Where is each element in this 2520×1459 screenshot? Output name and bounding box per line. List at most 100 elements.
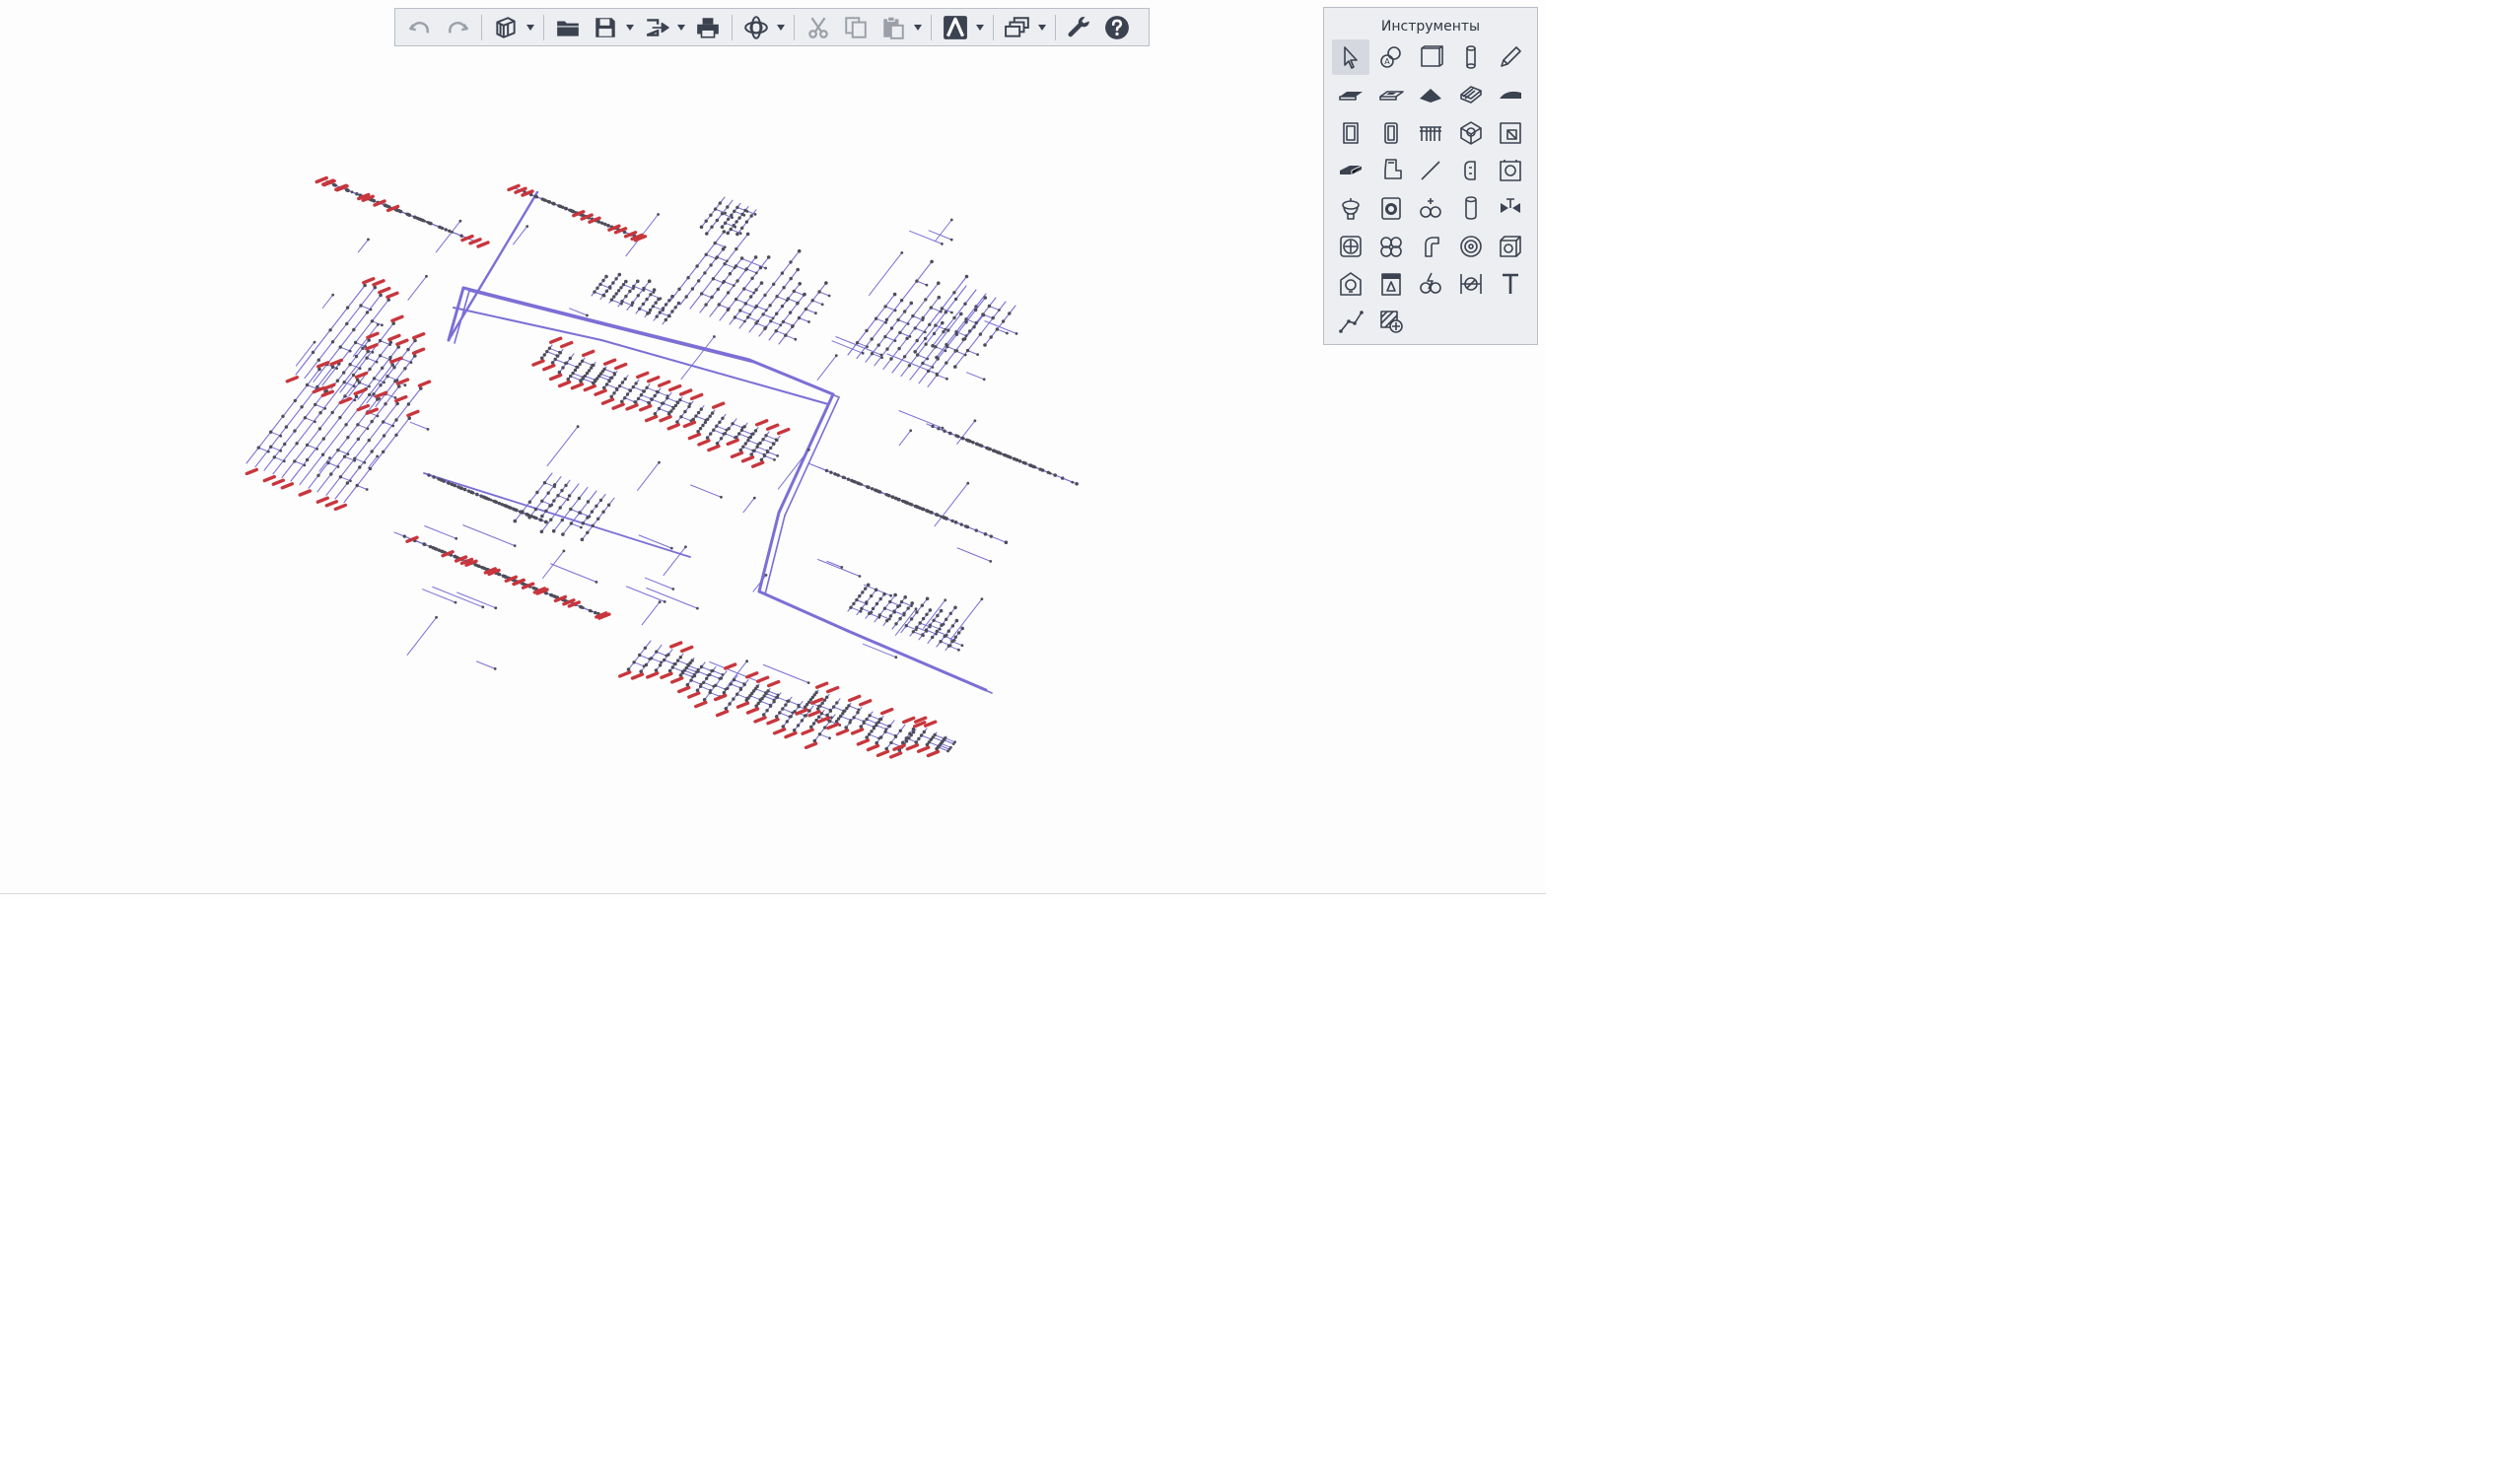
column-icon (1465, 45, 1476, 69)
roof-icon (1420, 89, 1441, 104)
sink-tool-button[interactable] (1332, 190, 1369, 226)
boiler-tool-button[interactable] (1492, 153, 1529, 188)
main-toolbar (394, 8, 1150, 46)
layers-icon (1005, 16, 1029, 37)
slab-opening-icon (1378, 91, 1404, 102)
window-tool-button[interactable] (1372, 115, 1410, 151)
chevron-down-icon (626, 24, 634, 31)
redo-button[interactable] (441, 11, 474, 44)
settings-button[interactable] (1063, 11, 1096, 44)
railing-icon (1420, 125, 1441, 141)
opening-icon (1500, 121, 1521, 144)
stairs-tool-button[interactable] (1452, 77, 1490, 112)
ramp-icon (1500, 92, 1521, 100)
folder-open-icon (557, 21, 579, 36)
chevron-down-icon (777, 24, 785, 31)
coil-tool-button[interactable] (1452, 229, 1490, 264)
duct-fitting-tool-button[interactable] (1372, 153, 1410, 188)
print-button[interactable] (691, 11, 725, 44)
snap-button[interactable] (939, 11, 972, 44)
copy-icon (845, 16, 867, 38)
chevron-down-icon (976, 24, 984, 31)
duct-tool-button[interactable] (1332, 153, 1369, 188)
duct-bend-tool-button[interactable] (1412, 229, 1449, 264)
switchboard-tool-button[interactable] (1372, 266, 1410, 302)
save-icon (595, 17, 615, 37)
paste-button[interactable] (876, 11, 910, 44)
window-icon (1383, 121, 1398, 144)
fan-tool-button[interactable] (1332, 229, 1369, 264)
pump-tool-button[interactable] (1412, 190, 1449, 226)
help-button[interactable] (1100, 11, 1134, 44)
opening-tool-button[interactable] (1492, 115, 1529, 151)
door-tool-button[interactable] (1332, 115, 1369, 151)
toolbar-separator (543, 14, 544, 40)
duct-fitting-icon (1383, 159, 1402, 179)
railing-tool-button[interactable] (1412, 115, 1449, 151)
toolbar-separator (732, 14, 733, 40)
valve-tool-button[interactable] (1492, 190, 1529, 226)
line-icon (1421, 161, 1440, 180)
object-3d-icon (1459, 120, 1482, 145)
dimension-tool-button[interactable] (1452, 266, 1490, 302)
print-icon (697, 17, 719, 38)
slab-opening-tool-button[interactable] (1372, 77, 1410, 112)
toolbar-separator (1055, 14, 1056, 40)
layers-dropdown[interactable] (1036, 11, 1048, 44)
radiator-tool-button[interactable] (1372, 229, 1410, 264)
copy-button[interactable] (839, 11, 873, 44)
pipe-icon (1464, 196, 1477, 220)
tank-icon (1500, 235, 1521, 257)
slab-tool-button[interactable] (1332, 77, 1369, 112)
pipe-fitting-tool-button[interactable] (1452, 153, 1490, 188)
hatch-tool-button[interactable] (1372, 304, 1410, 339)
undo-button[interactable] (403, 11, 437, 44)
cut-button[interactable] (802, 11, 835, 44)
washer-icon (1380, 197, 1401, 220)
pipe-network-model[interactable] (0, 0, 1546, 897)
orbit-button[interactable] (739, 11, 773, 44)
model-viewport[interactable] (0, 0, 1546, 897)
coil-icon (1459, 235, 1482, 257)
terminal-units (245, 175, 941, 759)
save-dropdown[interactable] (624, 11, 636, 44)
scissors-icon (808, 17, 828, 38)
pipe-tool-button[interactable] (1452, 190, 1490, 226)
washer-tool-button[interactable] (1372, 190, 1410, 226)
column-tool-button[interactable] (1452, 39, 1490, 75)
wall-icon (1421, 45, 1443, 67)
roof-tool-button[interactable] (1412, 77, 1449, 112)
export-button[interactable] (640, 11, 673, 44)
toolbar-separator (794, 14, 795, 40)
export-dropdown[interactable] (675, 11, 687, 44)
object-tool-button[interactable]: A (1372, 39, 1410, 75)
object-icon: A (1379, 46, 1401, 68)
export-icon (646, 18, 669, 36)
pencil-tool-button[interactable] (1492, 39, 1529, 75)
ramp-tool-button[interactable] (1492, 77, 1529, 112)
text-icon (1503, 273, 1518, 294)
layers-button[interactable] (1001, 11, 1034, 44)
electric-tool-button[interactable] (1412, 266, 1449, 302)
line-tool-button[interactable] (1412, 153, 1449, 188)
save-button[interactable] (589, 11, 622, 44)
snap-dropdown[interactable] (974, 11, 986, 44)
lamp-icon (1340, 271, 1362, 296)
status-divider (0, 893, 1546, 894)
select-tool-button[interactable] (1332, 39, 1369, 75)
paste-dropdown[interactable] (912, 11, 924, 44)
3d-view-dropdown[interactable] (525, 11, 536, 44)
duct-icon (1340, 165, 1363, 174)
lamp-tool-button[interactable] (1332, 266, 1369, 302)
3d-view-button[interactable] (489, 11, 523, 44)
orbit-dropdown[interactable] (775, 11, 787, 44)
polyline-tool-button[interactable] (1332, 304, 1369, 339)
object-3d-tool-button[interactable] (1452, 115, 1490, 151)
tank-tool-button[interactable] (1492, 229, 1529, 264)
chevron-down-icon (677, 24, 685, 31)
open-button[interactable] (551, 11, 585, 44)
wall-tool-button[interactable] (1412, 39, 1449, 75)
undo-icon (409, 21, 429, 34)
switchboard-icon (1380, 272, 1401, 296)
text-tool-button[interactable] (1492, 266, 1529, 302)
